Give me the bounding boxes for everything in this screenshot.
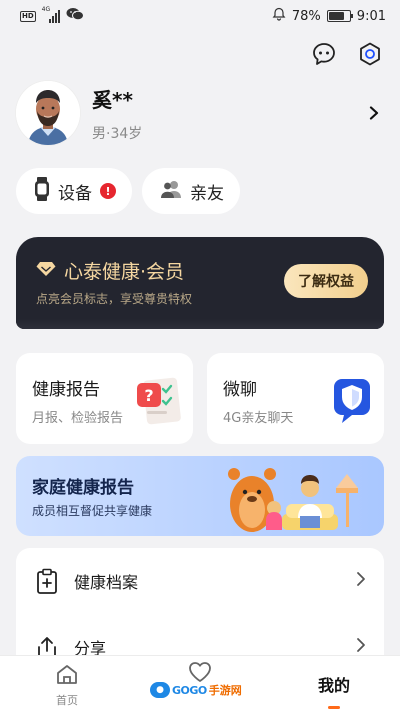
battery-icon [326,10,353,22]
chevron-right-icon [356,637,366,657]
health-report-card[interactable]: 健康报告 月报、检验报告 ? [16,353,193,444]
settings-hexagon-icon[interactable] [356,40,384,68]
wechat-card[interactable]: 微聊 4G亲友聊天 [207,353,384,444]
watermark-text-cn: 手游网 [208,684,242,697]
profile-name: 奚** [92,87,133,112]
tab-home[interactable]: 首页 [44,656,90,711]
watermark-logo: ● GOGO 手游网 [150,682,242,698]
status-bar: HD 4G 78% 9:01 [0,0,400,32]
membership-banner[interactable]: 心泰健康·会员 点亮会员标志，享受尊贵特权 了解权益 [16,237,384,329]
wechat-card-subtitle: 4G亲友聊天 [223,411,294,426]
learn-benefits-button[interactable]: 了解权益 [284,264,368,298]
family-report-title: 家庭健康报告 [32,478,134,498]
health-report-title: 健康报告 [32,380,100,400]
profile-info: 奚** 男·34岁 [92,84,364,143]
tab-home-label: 首页 [56,694,78,707]
chat-bubble-icon[interactable] [310,40,338,68]
banner-edge [16,319,384,329]
status-left: HD 4G [20,6,84,25]
health-report-subtitle: 月报、检验报告 [32,411,124,426]
profile-meta: 男·34岁 [92,125,143,142]
active-tab-indicator [328,706,340,709]
signal-icon: 4G [42,6,60,23]
feature-cards: 健康报告 月报、检验报告 ? 微聊 4G亲友聊天 [16,353,384,444]
device-chip-label: 设备 [58,183,92,204]
battery-percent: 78% [291,8,321,24]
friends-chip[interactable]: 亲友 [142,168,240,214]
quick-chips: 设备 ! 亲友 [16,168,240,214]
diamond-icon [36,260,56,282]
clipboard-plus-icon [34,568,60,594]
membership-subtitle: 点亮会员标志，享受尊贵特权 [36,292,193,306]
chevron-right-icon [356,571,366,591]
family-report-banner[interactable]: 家庭健康报告 成员相互督促共享健康 [16,456,384,536]
watch-icon [34,176,50,206]
clock: 9:01 [356,8,386,24]
hd-badge: HD [20,10,36,22]
family-report-subtitle: 成员相互督促共享健康 [32,504,153,518]
gamepad-icon: ● [150,682,170,698]
chevron-right-icon[interactable] [364,103,384,123]
profile-row[interactable]: 奚** 男·34岁 [16,78,384,148]
header-actions [310,40,384,68]
friends-chip-label: 亲友 [190,183,224,204]
menu-item-label: 健康档案 [74,573,139,592]
watermark-text: GOGO [172,683,207,697]
report-document-icon: ? [133,375,183,431]
alert-badge: ! [100,183,116,199]
family-illustration [216,458,376,536]
shield-chat-icon [330,375,374,429]
tab-mine-label: 我的 [317,676,350,695]
bell-muted-icon [272,7,286,25]
status-right: 78% 9:01 [272,7,386,25]
membership-title: 心泰健康·会员 [64,261,185,283]
svg-text:?: ? [144,386,153,405]
wechat-card-title: 微聊 [223,380,257,400]
friends-icon [160,180,182,203]
menu-item-health-record[interactable]: 健康档案 [16,548,384,614]
tab-mine[interactable]: 我的 [310,656,358,711]
home-icon [55,662,79,690]
wechat-icon [66,7,84,25]
avatar[interactable] [16,81,80,145]
membership-title-row: 心泰健康·会员 [36,257,184,284]
device-chip[interactable]: 设备 ! [16,168,132,214]
